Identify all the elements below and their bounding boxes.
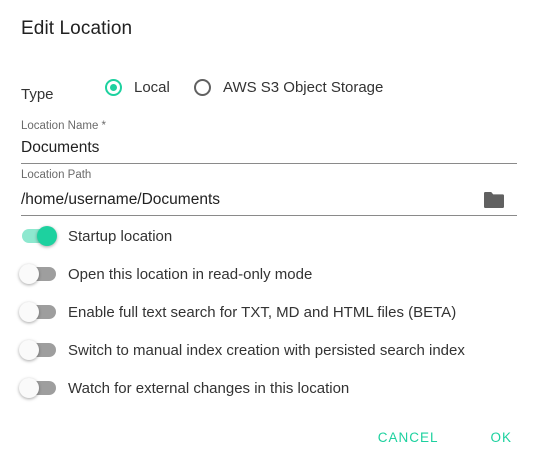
ok-button[interactable]: OK [490, 430, 512, 445]
startup-location-switch[interactable] [19, 224, 59, 248]
radio-aws-s3-label: AWS S3 Object Storage [223, 79, 384, 96]
readonly-mode-switch[interactable] [19, 262, 59, 286]
switch-thumb [19, 340, 39, 360]
location-name-field: Location Name * [21, 120, 517, 164]
location-name-input[interactable] [21, 139, 461, 157]
watch-changes-label: Watch for external changes in this locat… [68, 379, 350, 397]
watch-changes-switch[interactable] [19, 376, 59, 400]
toggle-row-watch: Watch for external changes in this locat… [19, 376, 519, 400]
dialog-actions: CANCEL OK [378, 430, 512, 445]
manual-index-switch[interactable] [19, 338, 59, 362]
readonly-mode-label: Open this location in read-only mode [68, 265, 313, 283]
toggle-row-manual-index: Switch to manual index creation with per… [19, 338, 519, 362]
choose-directory-button[interactable] [483, 191, 505, 209]
fulltext-search-switch[interactable] [19, 300, 59, 324]
radio-local[interactable]: Local [105, 79, 170, 96]
switch-thumb [19, 378, 39, 398]
radio-checked-icon [105, 79, 122, 96]
toggle-row-startup: Startup location [19, 224, 519, 248]
switch-thumb [37, 226, 57, 246]
location-path-field: Location Path [21, 169, 517, 216]
fulltext-search-label: Enable full text search for TXT, MD and … [68, 303, 457, 321]
startup-location-label: Startup location [68, 227, 173, 245]
type-selector: Type Local AWS S3 Object Storage [21, 78, 517, 106]
toggle-row-fulltext: Enable full text search for TXT, MD and … [19, 300, 519, 324]
radio-aws-s3[interactable]: AWS S3 Object Storage [194, 79, 383, 96]
radio-unchecked-icon [194, 79, 211, 96]
edit-location-dialog: Edit Location Type Local AWS S3 Object S… [0, 0, 536, 464]
toggle-row-readonly: Open this location in read-only mode [19, 262, 519, 286]
cancel-button[interactable]: CANCEL [378, 430, 439, 445]
dialog-title: Edit Location [21, 18, 133, 39]
manual-index-label: Switch to manual index creation with per… [68, 341, 465, 359]
folder-icon [484, 192, 504, 208]
radio-local-label: Local [134, 79, 170, 96]
switch-thumb [19, 264, 39, 284]
location-name-label: Location Name * [21, 120, 107, 132]
switch-thumb [19, 302, 39, 322]
location-path-label: Location Path [21, 169, 92, 181]
type-label: Type [21, 86, 54, 103]
location-path-input[interactable] [21, 191, 461, 209]
